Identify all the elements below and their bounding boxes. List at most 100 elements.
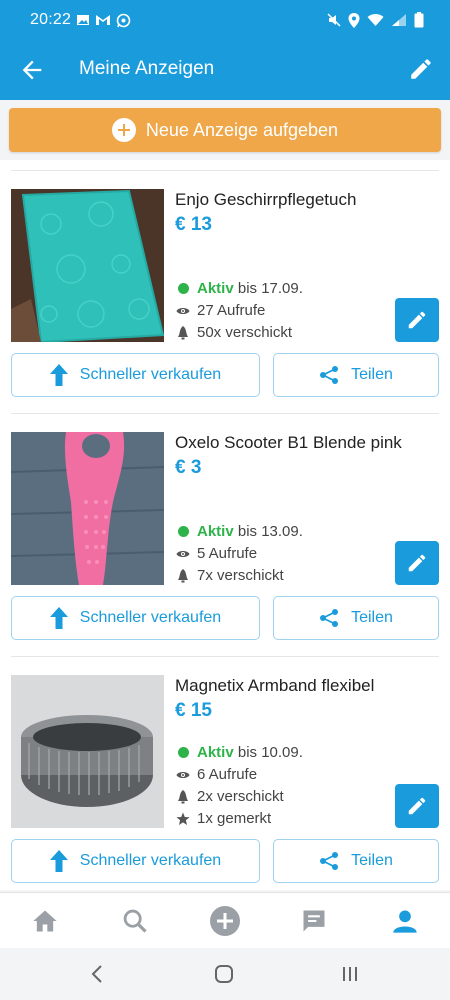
share-icon [320,609,339,627]
edit-listing-button[interactable] [395,541,439,585]
arrow-up-icon [49,364,68,386]
views-count: 27 Aufrufe [197,302,266,319]
listing-price: € 13 [175,214,212,235]
back-icon[interactable] [89,964,105,984]
arrow-up-icon [49,850,68,872]
divider [11,170,439,171]
eye-icon [176,307,190,314]
share-icon [320,366,339,384]
listing-image[interactable] [11,675,164,828]
sent-count: 50x verschickt [197,324,293,341]
signal-icon [392,14,406,26]
arrow-up-icon [49,607,68,629]
system-navigation [0,948,450,1000]
listing-views: 27 Aufrufe [176,302,265,319]
listing-saved: 1x gemerkt [176,810,271,827]
wifi-icon [367,14,384,26]
status-until: bis 13.09. [237,523,303,540]
new-listing-label: Neue Anzeige aufgeben [145,119,339,140]
profile-icon[interactable] [391,907,419,935]
status-time: 20:22 [30,11,72,28]
sell-faster-button[interactable]: Schneller verkaufen [11,353,260,397]
sent-count: 7x verschickt [197,567,284,584]
pencil-icon [408,797,426,815]
status-bar: 20:22 [0,0,450,40]
pencil-icon[interactable] [408,56,434,82]
arrow-left-icon[interactable] [18,56,46,84]
listing-sent: 50x verschickt [176,324,292,341]
share-label: Teilen [351,852,393,869]
active-dot-icon [177,747,189,758]
listing-image[interactable] [11,432,164,585]
pencil-icon [408,311,426,329]
paper-plane-icon [178,568,188,582]
status-until: bis 10.09. [237,744,303,761]
share-button[interactable]: Teilen [273,596,439,640]
home-icon[interactable] [213,964,235,984]
sell-faster-button[interactable]: Schneller verkaufen [11,596,260,640]
sell-faster-label: Schneller verkaufen [79,852,222,869]
listing-title[interactable]: Enjo Geschirrpflegetuch [175,190,356,210]
active-dot-icon [177,283,189,294]
eye-icon [176,550,190,557]
whatsapp-icon [116,13,131,28]
listings-list[interactable]: Enjo Geschirrpflegetuch € 13 Aktiv bis 1… [0,160,450,890]
paper-plane-icon [178,325,188,339]
status-until: bis 17.09. [237,280,303,297]
listing-views: 6 Aufrufe [176,766,257,783]
battery-icon [414,12,424,28]
divider [11,413,439,414]
share-button[interactable]: Teilen [273,353,439,397]
paper-plane-icon [178,789,188,803]
views-count: 5 Aufrufe [197,545,258,562]
views-count: 6 Aufrufe [197,766,258,783]
listing-card[interactable]: Oxelo Scooter B1 Blende pink € 3 Aktiv b… [0,403,450,646]
image-icon [77,15,89,25]
listing-price: € 15 [175,700,212,721]
share-label: Teilen [351,609,393,626]
edit-listing-button[interactable] [395,784,439,828]
divider [11,656,439,657]
app-bar: Meine Anzeigen [0,40,450,100]
listing-status: Aktiv bis 17.09. [176,280,303,297]
share-button[interactable]: Teilen [273,839,439,883]
saved-count: 1x gemerkt [197,810,272,827]
listing-card[interactable]: Enjo Geschirrpflegetuch € 13 Aktiv bis 1… [0,160,450,403]
page-title: Meine Anzeigen [79,58,215,79]
listing-sent: 7x verschickt [176,567,284,584]
listing-title[interactable]: Oxelo Scooter B1 Blende pink [175,433,402,453]
add-icon[interactable] [209,905,241,937]
active-dot-icon [177,526,189,537]
sell-faster-button[interactable]: Schneller verkaufen [11,839,260,883]
sent-count: 2x verschickt [197,788,284,805]
listing-views: 5 Aufrufe [176,545,257,562]
share-label: Teilen [351,366,393,383]
sell-faster-label: Schneller verkaufen [79,366,222,383]
recents-icon[interactable] [340,964,360,984]
star-icon [176,812,190,825]
listing-sent: 2x verschickt [176,788,284,805]
gmail-icon [96,15,110,25]
new-listing-button[interactable]: Neue Anzeige aufgeben [9,108,441,152]
bottom-navigation [0,892,450,948]
listing-card[interactable]: Magnetix Armband flexibel € 15 Aktiv bis… [0,646,450,889]
listing-price: € 3 [175,457,202,478]
status-label: Aktiv [197,280,234,297]
home-icon[interactable] [31,907,59,935]
listing-status: Aktiv bis 10.09. [176,744,303,761]
messages-icon[interactable] [300,907,328,935]
listing-image[interactable] [11,189,164,342]
pencil-icon [408,554,426,572]
mute-icon [327,13,341,27]
status-label: Aktiv [197,523,234,540]
plus-icon [111,118,136,142]
location-icon [348,12,360,28]
search-icon[interactable] [121,907,149,935]
sell-faster-label: Schneller verkaufen [79,609,222,626]
listing-status: Aktiv bis 13.09. [176,523,303,540]
share-icon [320,852,339,870]
listing-title[interactable]: Magnetix Armband flexibel [175,676,374,696]
status-label: Aktiv [197,744,234,761]
edit-listing-button[interactable] [395,298,439,342]
eye-icon [176,771,190,778]
